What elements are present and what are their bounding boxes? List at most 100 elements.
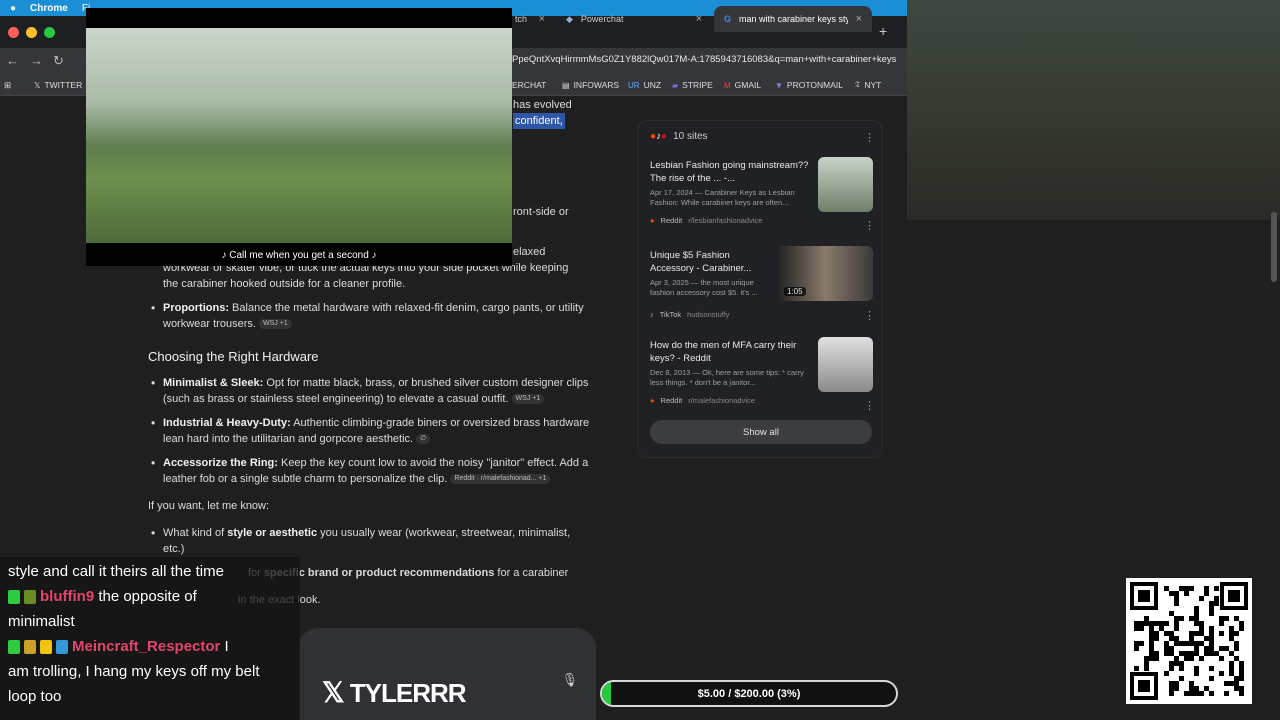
tab-close-icon[interactable]: × — [539, 13, 545, 25]
source-card-2[interactable]: Unique $5 Fashion Accessory - Carabiner.… — [650, 249, 775, 319]
protonmail-icon: ▼ — [775, 80, 783, 90]
sword-badge-icon — [56, 640, 68, 655]
more-options-icon[interactable]: ⋮ — [864, 131, 875, 144]
citation-chip[interactable]: Reddit · r/malefashionad... +1 — [450, 474, 551, 485]
close-window-button[interactable] — [8, 26, 19, 38]
reddit-icon: ● — [650, 396, 655, 405]
google-icon: G — [724, 14, 732, 24]
bullet-question-style: What kind of style or aesthetic you usua… — [151, 525, 593, 557]
infowars-icon: ▤ — [562, 80, 570, 90]
donation-goal-bar: $5.00 / $200.00 (3%) — [600, 680, 898, 707]
show-all-button[interactable]: Show all — [650, 420, 872, 444]
new-tab-button[interactable]: + — [879, 23, 887, 39]
bookmark-nyt[interactable]: 𝔗 NYT — [855, 80, 881, 90]
section-heading: Choosing the Right Hardware — [148, 349, 319, 364]
apps-grid-icon[interactable]: ⊞ — [4, 80, 11, 91]
tiktok-icon: ♪ — [650, 310, 654, 319]
bullet-industrial: Industrial & Heavy-Duty: Authentic climb… — [151, 415, 593, 447]
kick-badge-icon — [8, 640, 20, 655]
source-card-1[interactable]: Lesbian Fashion going mainstream?? The r… — [650, 159, 810, 225]
tab-powerchat[interactable]: ◆ Powerchat × — [556, 6, 712, 32]
answer-fragment: ront-side or — [513, 206, 569, 218]
bullet-accessorize: Accessorize the Ring: Keep the key count… — [151, 455, 593, 487]
nyt-icon: 𝔗 — [855, 80, 861, 89]
more-options-icon[interactable]: ⋮ — [864, 309, 875, 322]
chat-message: style and call it theirs all the time — [8, 563, 224, 580]
bullet-minimalist: Minimalist & Sleek: Opt for matte black,… — [151, 375, 593, 407]
stream-chat: style and call it theirs all the time bl… — [0, 557, 300, 720]
video-caption: ♪ Call me when you get a second ♪ — [221, 250, 377, 261]
answer-fragment: elaxed — [513, 246, 546, 258]
chat-username[interactable]: bluffin9 — [40, 588, 94, 605]
crown-badge-icon — [40, 640, 52, 655]
chat-message: bluffin9 the opposite of — [8, 584, 197, 609]
selected-text[interactable]: confident, — [513, 113, 565, 129]
bookmark-infowars[interactable]: ▤ INFOWARS — [562, 80, 619, 90]
bullet-proportions: Proportions: Balance the metal hardware … — [151, 300, 593, 332]
video-overlay: ♪ Call me when you get a second ♪ — [86, 8, 512, 266]
webcam-feed — [907, 0, 1280, 220]
video-duration: 1:05 — [784, 287, 806, 296]
citation-chip[interactable]: WSJ +1 — [258, 319, 292, 330]
answer-text: the carabiner hooked outside for a clean… — [163, 278, 406, 290]
reddit-icon: ● — [650, 216, 655, 225]
chat-message-cont: loop too — [8, 688, 62, 705]
reload-icon[interactable]: ↻ — [53, 53, 64, 69]
tab-label: tch — [515, 14, 528, 24]
apple-icon[interactable]: ● — [10, 3, 16, 14]
link-chip-icon[interactable]: ∅ — [416, 434, 431, 445]
tab-1[interactable]: tch × — [505, 6, 555, 32]
chat-username[interactable]: Meincraft_Respector — [72, 638, 220, 655]
bookmark-gmail[interactable]: M GMAIL — [724, 80, 761, 90]
sources-header[interactable]: ●♪● 10 sites — [650, 131, 708, 142]
bookmark-protonmail[interactable]: ▼ PROTONMAIL — [775, 80, 843, 90]
chat-message-cont: minimalist — [8, 613, 75, 630]
forward-icon[interactable]: → — [30, 53, 43, 68]
x-logo-icon: 𝕏 — [322, 677, 345, 708]
goal-text: $5.00 / $200.00 (3%) — [697, 687, 801, 700]
scrollbar-thumb[interactable] — [1271, 212, 1277, 282]
qr-code — [1126, 578, 1252, 704]
bookmark-erchat[interactable]: ERCHAT — [512, 80, 546, 90]
streamer-brand: 𝕏 TYLERRR — [322, 676, 467, 709]
citation-chip[interactable]: WSJ +1 — [511, 394, 545, 405]
url-field[interactable]: PpeQntXvqHirmmMsG0Z1Y882lQw017M-A:178594… — [512, 54, 896, 65]
source-favicons-icon: ●♪● — [650, 131, 668, 142]
chat-message: Meincraft_Respector I — [8, 634, 229, 659]
menu-app-name[interactable]: Chrome — [30, 3, 68, 14]
source-thumbnail[interactable] — [818, 337, 873, 392]
sources-panel: ●♪● 10 sites ⋮ Lesbian Fashion going mai… — [637, 120, 883, 458]
tab-close-icon[interactable]: × — [856, 13, 862, 25]
kick-badge-icon — [8, 590, 20, 605]
tab-close-icon[interactable]: × — [696, 13, 702, 25]
sub-badge-icon — [24, 640, 36, 655]
more-options-icon[interactable]: ⋮ — [864, 219, 875, 232]
screen: ● Chrome Fi tch × ◆ Powerchat × G man wi… — [0, 0, 1280, 720]
source-thumbnail[interactable] — [818, 157, 873, 212]
powerchat-icon: ◆ — [566, 13, 573, 24]
follow-up-intro: If you want, let me know: — [148, 500, 270, 512]
tab-label: Powerchat — [580, 14, 624, 24]
bookmark-twitter[interactable]: 𝕏 TWITTER — [34, 80, 82, 90]
stripe-icon: ▰ — [672, 80, 679, 90]
music-video-frame — [86, 28, 512, 243]
back-icon[interactable]: ← — [6, 53, 19, 68]
bookmark-unz[interactable]: UR UNZ — [628, 80, 661, 90]
brand-name: TYLERRR — [349, 678, 467, 708]
video-thumbnail[interactable]: 1:05 — [778, 246, 873, 301]
chat-message-cont: am trolling, I hang my keys off my belt — [8, 663, 260, 680]
unz-icon: UR — [628, 80, 640, 90]
gmail-icon: M — [724, 80, 731, 90]
source-card-3[interactable]: How do the men of MFA carry their keys? … — [650, 339, 810, 405]
microphone-icon[interactable]: 🎙 — [561, 672, 578, 688]
answer-fragment: has evolved — [513, 99, 572, 111]
x-logo-icon: 𝕏 — [34, 80, 41, 90]
window-controls — [8, 26, 55, 38]
minimize-window-button[interactable] — [26, 26, 37, 38]
sub-badge-icon — [24, 590, 36, 605]
zoom-window-button[interactable] — [44, 26, 55, 38]
tab-search-active[interactable]: G man with carabiner keys style × — [714, 6, 872, 32]
bookmark-stripe[interactable]: ▰ STRIPE — [672, 80, 713, 90]
tab-label: man with carabiner keys style — [739, 14, 848, 24]
more-options-icon[interactable]: ⋮ — [864, 399, 875, 412]
